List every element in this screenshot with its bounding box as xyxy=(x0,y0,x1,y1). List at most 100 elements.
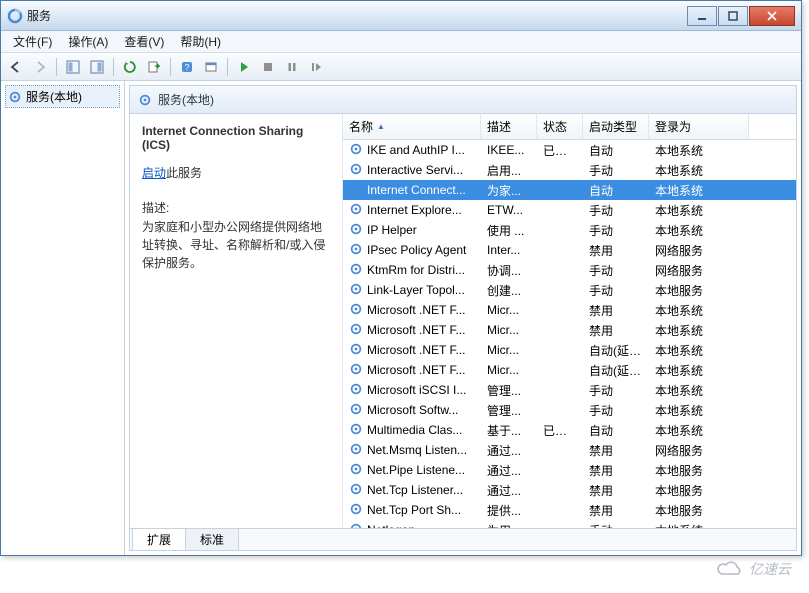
service-row[interactable]: Microsoft Softw...管理...手动本地系统 xyxy=(343,400,796,420)
service-row[interactable]: Internet Explore...ETW...手动本地系统 xyxy=(343,200,796,220)
cell-startup: 自动 xyxy=(583,141,649,160)
minimize-button[interactable] xyxy=(687,6,717,26)
start-suffix: 此服务 xyxy=(166,166,202,180)
cell-name: Microsoft Softw... xyxy=(343,401,481,420)
stop-service-button[interactable] xyxy=(257,56,279,78)
cell-logon: 网络服务 xyxy=(649,261,749,280)
body: 服务(本地) 服务(本地) Internet Connection Sharin… xyxy=(1,81,801,555)
cell-startup: 自动 xyxy=(583,421,649,440)
menu-file[interactable]: 文件(F) xyxy=(5,31,60,52)
export-button[interactable] xyxy=(143,56,165,78)
menu-view[interactable]: 查看(V) xyxy=(116,31,172,52)
close-button[interactable] xyxy=(749,6,795,26)
service-row[interactable]: IPsec Policy AgentInter...禁用网络服务 xyxy=(343,240,796,260)
cell-startup: 手动 xyxy=(583,161,649,180)
show-hide-detail-button[interactable] xyxy=(86,56,108,78)
cell-logon: 本地系统 xyxy=(649,321,749,340)
app-icon xyxy=(7,8,23,24)
cell-desc: 通过... xyxy=(481,441,537,460)
sort-asc-icon: ▲ xyxy=(377,122,385,131)
service-name: Net.Tcp Listener... xyxy=(367,483,463,497)
service-row[interactable]: KtmRm for Distri...协调...手动网络服务 xyxy=(343,260,796,280)
service-name: KtmRm for Distri... xyxy=(367,263,465,277)
cell-logon: 本地系统 xyxy=(649,421,749,440)
service-gear-icon xyxy=(349,422,363,439)
service-row[interactable]: Microsoft .NET F...Micr...禁用本地系统 xyxy=(343,320,796,340)
service-name: Microsoft .NET F... xyxy=(367,363,465,377)
service-gear-icon xyxy=(349,342,363,359)
refresh-button[interactable] xyxy=(119,56,141,78)
pause-service-button[interactable] xyxy=(281,56,303,78)
cell-name: Microsoft .NET F... xyxy=(343,301,481,320)
cell-startup: 禁用 xyxy=(583,501,649,520)
cell-desc: 通过... xyxy=(481,461,537,480)
col-logon[interactable]: 登录为 xyxy=(649,114,749,139)
toolbar-sep xyxy=(170,58,171,76)
cell-logon: 本地系统 xyxy=(649,181,749,200)
cell-name: Net.Tcp Port Sh... xyxy=(343,501,481,520)
cell-name: KtmRm for Distri... xyxy=(343,261,481,280)
cell-desc: ETW... xyxy=(481,202,537,218)
col-status[interactable]: 状态 xyxy=(537,114,583,139)
col-desc[interactable]: 描述 xyxy=(481,114,537,139)
maximize-button[interactable] xyxy=(718,6,748,26)
start-service-link[interactable]: 启动 xyxy=(142,166,166,180)
service-row[interactable]: Microsoft .NET F...Micr...禁用本地系统 xyxy=(343,300,796,320)
service-row[interactable]: Multimedia Clas...基于...已启动自动本地系统 xyxy=(343,420,796,440)
nav-back-button[interactable] xyxy=(5,56,27,78)
col-name[interactable]: 名称▲ xyxy=(343,114,481,139)
cell-name: Multimedia Clas... xyxy=(343,421,481,440)
service-row[interactable]: Link-Layer Topol...创建...手动本地服务 xyxy=(343,280,796,300)
service-gear-icon xyxy=(349,242,363,259)
cell-startup: 禁用 xyxy=(583,461,649,480)
service-row[interactable]: Internet Connect...为家...自动本地系统 xyxy=(343,180,796,200)
service-name: Microsoft iSCSI I... xyxy=(367,383,466,397)
services-window: 服务 文件(F) 操作(A) 查看(V) 帮助(H) ? xyxy=(0,0,802,556)
service-gear-icon xyxy=(349,142,363,159)
service-list[interactable]: 名称▲ 描述 状态 启动类型 登录为 IKE and AuthIP I...IK… xyxy=(342,114,796,528)
service-row[interactable]: Microsoft .NET F...Micr...自动(延迟...本地系统 xyxy=(343,340,796,360)
tab-standard[interactable]: 标准 xyxy=(185,529,239,551)
restart-service-button[interactable] xyxy=(305,56,327,78)
cell-desc: 为家... xyxy=(481,181,537,200)
service-gear-icon xyxy=(349,462,363,479)
cell-status xyxy=(537,269,583,271)
watermark: 亿速云 xyxy=(717,559,791,579)
tree-root-services-local[interactable]: 服务(本地) xyxy=(5,85,120,108)
titlebar[interactable]: 服务 xyxy=(1,1,801,31)
tab-extended[interactable]: 扩展 xyxy=(132,529,186,551)
service-name: IP Helper xyxy=(367,223,417,237)
toolbar: ? xyxy=(1,53,801,81)
service-row[interactable]: Microsoft iSCSI I...管理...手动本地系统 xyxy=(343,380,796,400)
cell-desc: 提供... xyxy=(481,501,537,520)
properties-button[interactable] xyxy=(200,56,222,78)
cell-status: 已启动 xyxy=(537,421,583,440)
service-row[interactable]: IP Helper使用 ...手动本地系统 xyxy=(343,220,796,240)
service-row[interactable]: Net.Tcp Listener...通过...禁用本地服务 xyxy=(343,480,796,500)
service-row[interactable]: Netlogon为用手动本地系统 xyxy=(343,520,796,528)
service-name: Interactive Servi... xyxy=(367,163,463,177)
service-row[interactable]: Net.Pipe Listene...通过...禁用本地服务 xyxy=(343,460,796,480)
menu-action[interactable]: 操作(A) xyxy=(60,31,116,52)
start-service-button[interactable] xyxy=(233,56,255,78)
service-row[interactable]: Interactive Servi...启用...手动本地系统 xyxy=(343,160,796,180)
service-row[interactable]: IKE and AuthIP I...IKEE...已启动自动本地系统 xyxy=(343,140,796,160)
help-button[interactable]: ? xyxy=(176,56,198,78)
cell-startup: 手动 xyxy=(583,221,649,240)
cell-startup: 自动 xyxy=(583,181,649,200)
menu-help[interactable]: 帮助(H) xyxy=(172,31,229,52)
cell-name: Link-Layer Topol... xyxy=(343,281,481,300)
toolbar-sep xyxy=(227,58,228,76)
menubar: 文件(F) 操作(A) 查看(V) 帮助(H) xyxy=(1,31,801,53)
detail-desc-label: 描述: xyxy=(142,199,330,216)
service-row[interactable]: Microsoft .NET F...Micr...自动(延迟...本地系统 xyxy=(343,360,796,380)
bottom-tabs: 扩展 标准 xyxy=(130,528,796,550)
show-hide-tree-button[interactable] xyxy=(62,56,84,78)
nav-forward-button[interactable] xyxy=(29,56,51,78)
cell-logon: 本地服务 xyxy=(649,481,749,500)
col-startup[interactable]: 启动类型 xyxy=(583,114,649,139)
service-row[interactable]: Net.Msmq Listen...通过...禁用网络服务 xyxy=(343,440,796,460)
cell-desc: 基于... xyxy=(481,421,537,440)
service-name: Microsoft .NET F... xyxy=(367,303,465,317)
service-row[interactable]: Net.Tcp Port Sh...提供...禁用本地服务 xyxy=(343,500,796,520)
